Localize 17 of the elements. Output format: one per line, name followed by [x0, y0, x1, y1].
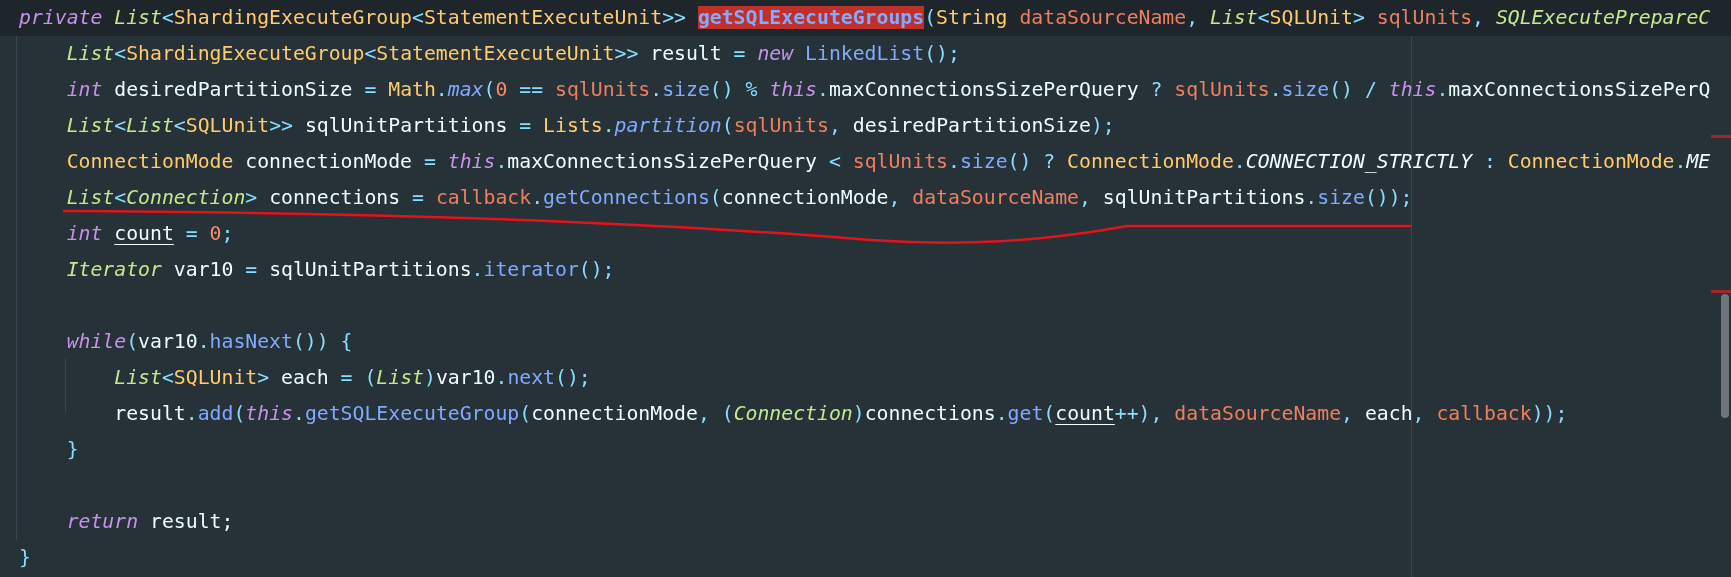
code-line: result.add(this.getSQLExecuteGroup(connectionMode, (Connection)connections.get(count++), dataSourceName, each, callback));: [113, 401, 1568, 428]
code-line: private List<ShardingExecuteGroup<StatementExecuteUnit>> getSQLExecuteGroups(String dataSourceName, List<SQLUnit> sqlUnits, SQLExecutePrepareC: [19, 5, 1711, 32]
code-line: int count = 0;: [65, 221, 234, 248]
code-line: List<SQLUnit> each = (List)var10.next();: [113, 365, 591, 392]
code-line: return result;: [65, 509, 234, 536]
code-line: while(var10.hasNext()) {: [65, 329, 353, 356]
scrollbar-thumb[interactable]: [1721, 294, 1729, 418]
code-line: List<List<SQLUnit>> sqlUnitPartitions = Lists.partition(sqlUnits, desiredPartitionSize);: [65, 113, 1115, 140]
error-stripe-mark: [1711, 290, 1731, 293]
code-line: List<ShardingExecuteGroup<StatementExecuteUnit>> result = new LinkedList();: [65, 41, 960, 68]
code-line: ConnectionMode connectionMode = this.maxConnectionsSizePerQuery < sqlUnits.size() ? ConnectionMode.CONNECTION_STRICTLY : ConnectionMode.ME: [65, 149, 1711, 176]
code-line: Iterator var10 = sqlUnitPartitions.iterator();: [65, 257, 615, 284]
code-line: int desiredPartitionSize = Math.max(0 == sqlUnits.size() % this.maxConnectionsSizePerQuery ? sqlUnits.size() / this.maxConnectionsSizePerQ: [65, 77, 1711, 104]
code-line: }: [19, 545, 31, 572]
code-line: List<Connection> connections = callback.getConnections(connectionMode, dataSourceName, sqlUnitPartitions.size());: [65, 185, 1413, 212]
error-stripe-mark: [1711, 135, 1731, 138]
code-line: }: [65, 437, 79, 464]
